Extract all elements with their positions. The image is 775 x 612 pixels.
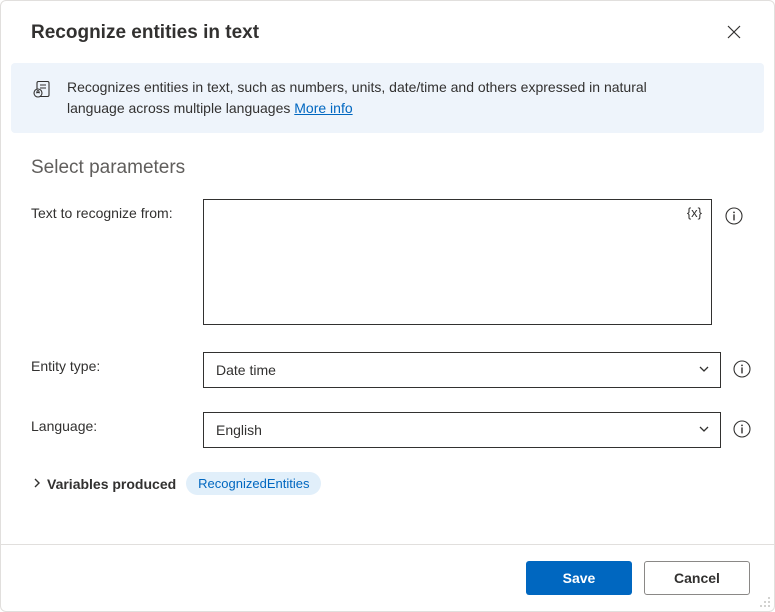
label-text-to-recognize: Text to recognize from: [31, 199, 191, 221]
label-language: Language: [31, 412, 191, 434]
info-icon[interactable] [733, 359, 751, 379]
language-select[interactable]: English [203, 412, 721, 448]
variables-produced-toggle[interactable]: Variables produced [31, 476, 176, 492]
dialog-title: Recognize entities in text [31, 22, 259, 44]
chevron-down-icon [698, 422, 710, 438]
recognize-entities-dialog: Recognize entities in text Recognizes en… [0, 0, 775, 612]
variables-produced-row: Variables produced RecognizedEntities [31, 472, 744, 495]
field-row-entity-type: Entity type: Date time [31, 352, 744, 388]
info-banner-text: Recognizes entities in text, such as num… [67, 77, 707, 119]
save-button[interactable]: Save [526, 561, 632, 595]
dialog-header: Recognize entities in text [1, 1, 774, 63]
resize-grip-icon[interactable] [757, 594, 771, 608]
variable-chip[interactable]: RecognizedEntities [186, 472, 321, 495]
label-entity-type: Entity type: [31, 352, 191, 374]
text-to-recognize-input[interactable] [203, 199, 712, 325]
info-banner: Recognizes entities in text, such as num… [11, 63, 764, 133]
dialog-body: Select parameters Text to recognize from… [1, 133, 774, 544]
insert-variable-icon[interactable]: {x} [687, 205, 702, 220]
entity-type-value: Date time [216, 362, 276, 378]
info-icon[interactable] [733, 419, 751, 439]
more-info-link[interactable]: More info [294, 100, 352, 116]
entity-type-select[interactable]: Date time [203, 352, 721, 388]
close-button[interactable] [718, 17, 750, 49]
close-icon [727, 25, 741, 42]
chevron-down-icon [698, 362, 710, 378]
cancel-button[interactable]: Cancel [644, 561, 750, 595]
section-title: Select parameters [31, 157, 744, 179]
field-row-text: Text to recognize from: {x} [31, 199, 744, 328]
dialog-footer: Save Cancel [1, 544, 774, 611]
field-row-language: Language: English [31, 412, 744, 448]
chevron-right-icon [31, 476, 43, 492]
info-icon[interactable] [724, 206, 744, 226]
entities-icon [33, 79, 53, 102]
variables-produced-label: Variables produced [47, 476, 176, 492]
info-banner-desc: Recognizes entities in text, such as num… [67, 79, 647, 116]
language-value: English [216, 422, 262, 438]
